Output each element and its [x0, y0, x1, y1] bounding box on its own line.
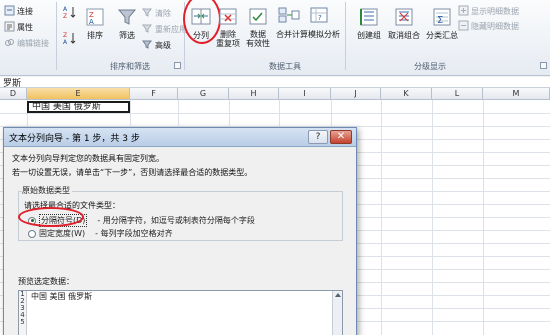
wizard-intro-text: 文本分列向导判定您的数据具有固定列宽。 — [12, 154, 164, 163]
annotation-circle — [18, 207, 84, 227]
scroll-up-icon[interactable] — [335, 293, 341, 297]
connections-button[interactable]: 连接 — [4, 5, 33, 18]
outline-group-launcher[interactable] — [540, 62, 547, 69]
preview-data-text: 中国 美国 俄罗斯 — [31, 292, 93, 301]
column-header-l[interactable]: L — [432, 88, 483, 100]
properties-icon — [4, 21, 15, 34]
consolidate-icon — [278, 7, 300, 25]
sort-za-button[interactable]: ZA — [63, 31, 77, 47]
group-button[interactable]: 创建组 — [352, 6, 386, 41]
column-header-i[interactable]: I — [279, 88, 331, 100]
consolidate-label: 合并计算 — [276, 30, 308, 39]
filter-funnel-icon — [116, 6, 138, 28]
remove-duplicates-icon — [217, 6, 239, 28]
group-separator — [345, 2, 346, 70]
what-if-label: 模拟分析 — [308, 30, 340, 39]
data-preview-pane[interactable]: 1 2 3 4 5 中国 美国 俄罗斯 — [18, 290, 343, 335]
sort-icon: ZA — [84, 6, 106, 28]
grid-line — [0, 113, 550, 114]
preview-row-number: 5 — [20, 318, 25, 326]
remove-duplicates-button[interactable]: 删除 重复项 — [214, 6, 242, 48]
wizard-instruction-text: 若一切设置无误，请单击“下一步”，否则请选择最合适的数据类型。 — [12, 168, 253, 177]
advanced-filter-icon — [142, 39, 153, 52]
data-tools-group-label: 数据工具 — [269, 62, 301, 71]
group-rows-icon — [358, 6, 380, 28]
show-detail-icon — [458, 5, 469, 18]
preview-label: 预览选定数据： — [18, 277, 74, 286]
sort-az-button[interactable]: AZ — [63, 5, 77, 21]
sort-ascending-icon: AZ — [63, 5, 77, 21]
help-button[interactable]: ? — [308, 130, 328, 144]
data-validation-button[interactable]: 数据 有效性 — [244, 6, 272, 48]
reapply-icon — [142, 23, 153, 36]
column-header-f[interactable]: F — [130, 88, 178, 100]
column-header-d[interactable]: D — [0, 88, 27, 100]
sort-descending-icon: ZA — [63, 31, 77, 47]
outline-group-label: 分级显示 — [414, 62, 446, 71]
radio-fixed-width-description: - 每列字段加空格对齐 — [95, 229, 173, 238]
reapply-button[interactable]: 重新应用 — [142, 23, 187, 36]
sort-group-launcher[interactable] — [174, 62, 181, 69]
column-header-h[interactable]: H — [229, 88, 279, 100]
svg-text:A: A — [63, 39, 68, 45]
radio-delimited-description: - 用分隔字符，如逗号或制表符分隔每个字段 — [97, 216, 255, 225]
sort-button[interactable]: ZA 排序 — [80, 6, 110, 41]
column-header-k[interactable]: K — [381, 88, 432, 100]
column-header-e[interactable]: E — [27, 88, 130, 100]
svg-text:Σ: Σ — [437, 15, 443, 26]
sort-group-label: 排序和筛选 — [110, 62, 150, 71]
data-validation-icon — [247, 6, 269, 28]
connections-icon — [4, 5, 15, 18]
radio-fixed-width[interactable]: 固定宽度(W) - 每列字段加空格对齐 — [28, 228, 173, 239]
column-header-j[interactable]: J — [331, 88, 381, 100]
advanced-filter-button[interactable]: 高级 — [142, 39, 171, 52]
hide-detail-icon — [458, 20, 469, 33]
hide-detail-button[interactable]: 隐藏明细数据 — [458, 20, 519, 33]
link-icon — [4, 37, 15, 50]
radio-fixed-width-label: 固定宽度(W) — [39, 229, 86, 238]
radio-button-unchecked[interactable] — [28, 229, 36, 238]
edit-links-button[interactable]: 编辑链接 — [4, 37, 49, 50]
ungroup-button[interactable]: 取消组合 — [384, 6, 424, 41]
dialog-title-bar[interactable]: 文本分列向导 - 第 1 步，共 3 步 ? ✕ — [4, 128, 356, 147]
svg-text:A: A — [63, 6, 68, 13]
ribbon: 连接 属性 编辑链接 AZ ZA ZA 排序 筛选 清除 重新应用 高级 排序和… — [0, 0, 550, 76]
what-if-icon: ? — [310, 7, 328, 25]
original-data-type-legend: 原始数据类型 — [22, 185, 72, 196]
svg-text:Z: Z — [63, 32, 67, 39]
selected-cell-e2[interactable]: 中国 美国 俄罗斯 — [27, 101, 130, 113]
ungroup-rows-icon — [393, 6, 415, 28]
properties-button[interactable]: 属性 — [4, 21, 33, 34]
what-if-button[interactable]: ? — [310, 7, 330, 25]
formula-bar[interactable]: 罗斯 — [0, 77, 550, 89]
column-header-m[interactable]: M — [483, 88, 550, 100]
preview-row-numbers: 1 2 3 4 5 — [19, 291, 27, 335]
svg-text:A: A — [89, 18, 94, 26]
dialog-title: 文本分列向导 - 第 1 步，共 3 步 — [9, 134, 140, 144]
clear-filter-button[interactable]: 清除 — [142, 7, 171, 20]
consolidate-button[interactable] — [278, 7, 302, 25]
column-header-g[interactable]: G — [178, 88, 229, 100]
close-button[interactable]: ✕ — [330, 130, 352, 144]
show-detail-button[interactable]: 显示明细数据 — [458, 5, 519, 18]
filter-button[interactable]: 筛选 — [112, 6, 142, 41]
preview-scrollbar[interactable] — [332, 291, 342, 335]
subtotal-icon: Σ — [431, 6, 453, 28]
clear-filter-icon — [142, 7, 153, 20]
group-separator — [56, 2, 57, 70]
svg-text:?: ? — [318, 14, 322, 22]
svg-text:Z: Z — [63, 13, 67, 19]
text-to-columns-wizard-dialog: 文本分列向导 - 第 1 步，共 3 步 ? ✕ 文本分列向导判定您的数据具有固… — [3, 127, 357, 335]
subtotal-button[interactable]: Σ 分类汇总 — [422, 6, 462, 41]
